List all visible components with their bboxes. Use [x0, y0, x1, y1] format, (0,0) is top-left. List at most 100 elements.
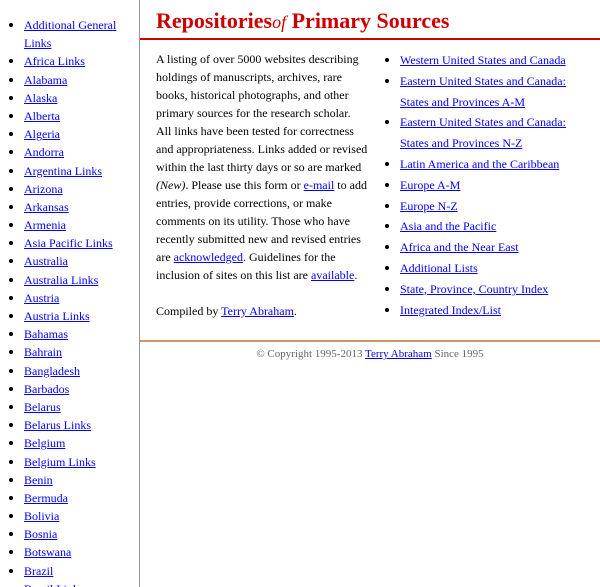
sidebar-link[interactable]: Austria Links [24, 309, 90, 323]
sidebar-list-item: Alberta [24, 107, 135, 125]
sidebar-list-item: Bolivia [24, 507, 135, 525]
description-text: A listing of over 5000 websites describi… [156, 50, 368, 284]
author-link[interactable]: Terry Abraham [221, 304, 294, 318]
regional-link[interactable]: Asia and the Pacific [400, 219, 496, 233]
sidebar-link[interactable]: Belarus Links [24, 418, 91, 432]
sidebar-link[interactable]: Belarus [24, 400, 61, 414]
list-item: Additional Lists [400, 258, 584, 279]
sidebar-list-item: Armenia [24, 216, 135, 234]
regional-links-list: Western United States and Canada Eastern … [384, 50, 584, 320]
sidebar-link[interactable]: Brazil Links [24, 582, 84, 587]
list-item: Eastern United States and Canada: States… [400, 112, 584, 154]
sidebar-link[interactable]: Alberta [24, 109, 60, 123]
list-item: Europe A-M [400, 175, 584, 196]
footer: © Copyright 1995-2013 Terry Abraham Sinc… [140, 340, 600, 366]
sidebar-link[interactable]: Alaska [24, 91, 57, 105]
sidebar-link[interactable]: Benin [24, 473, 53, 487]
sidebar-link[interactable]: Belgium [24, 436, 65, 450]
page-title: Repositoriesof Primary Sources [156, 8, 584, 34]
sidebar: Additional General Links Africa Links Alab… [0, 0, 140, 587]
regional-link[interactable]: Western United States and Canada [400, 53, 566, 67]
sidebar-list-item: Alabama [24, 71, 135, 89]
list-item: Integrated Index/List [400, 300, 584, 321]
regional-link[interactable]: Africa and the Near East [400, 240, 519, 254]
sidebar-list-item: Bahamas [24, 325, 135, 343]
acknowledged-link[interactable]: acknowledged [174, 250, 243, 264]
sidebar-list-item: Algeria [24, 125, 135, 143]
sidebar-link[interactable]: Bolivia [24, 509, 59, 523]
sidebar-link[interactable]: Botswana [24, 545, 71, 559]
sidebar-link[interactable]: Bahrain [24, 345, 62, 359]
sidebar-list-item: Belgium [24, 434, 135, 452]
sidebar-link[interactable]: Argentina Links [24, 164, 102, 178]
sidebar-link[interactable]: Alabama [24, 73, 67, 87]
sidebar-list: Additional General Links Africa Links Alab… [8, 16, 135, 587]
sidebar-link[interactable]: Africa Links [24, 54, 85, 68]
compiled-by: Compiled by Terry Abraham. [156, 302, 368, 320]
new-marker: (New) [156, 178, 185, 192]
regional-link[interactable]: Europe N-Z [400, 199, 458, 213]
regional-link[interactable]: State, Province, Country Index [400, 282, 548, 296]
sidebar-link[interactable]: Australia Links [24, 273, 98, 287]
regional-link[interactable]: Integrated Index/List [400, 303, 501, 317]
regional-link[interactable]: Eastern United States and Canada: States… [400, 115, 566, 150]
sidebar-list-item: Arizona [24, 180, 135, 198]
description-block: A listing of over 5000 websites describi… [156, 50, 368, 320]
sidebar-link[interactable]: Bahamas [24, 327, 68, 341]
sidebar-link[interactable]: Arkansas [24, 200, 69, 214]
list-item: Eastern United States and Canada: States… [400, 71, 584, 113]
sidebar-link[interactable]: Armenia [24, 218, 66, 232]
sidebar-link[interactable]: Arizona [24, 182, 63, 196]
sidebar-list-item: Bangladesh [24, 362, 135, 380]
sidebar-list-item: Bosnia [24, 525, 135, 543]
sidebar-link[interactable]: Belgium Links [24, 455, 96, 469]
sidebar-list-item: Belarus Links [24, 416, 135, 434]
sidebar-link[interactable]: Asia Pacific Links [24, 236, 113, 250]
sidebar-list-item: Austria [24, 289, 135, 307]
title-repositories: Repositories [156, 8, 272, 33]
sidebar-list-item: Belarus [24, 398, 135, 416]
list-item: Latin America and the Caribbean [400, 154, 584, 175]
list-item: Asia and the Pacific [400, 216, 584, 237]
available-link[interactable]: available [311, 268, 354, 282]
sidebar-list-item: Bahrain [24, 343, 135, 361]
sidebar-list-item: Belgium Links [24, 453, 135, 471]
regional-link[interactable]: Eastern United States and Canada: States… [400, 74, 566, 109]
sidebar-list-item: Brazil Links [24, 580, 135, 587]
sidebar-link[interactable]: Australia [24, 254, 68, 268]
sidebar-link[interactable]: Additional General Links [24, 18, 116, 50]
title-primary-sources: Primary Sources [292, 8, 450, 33]
sidebar-link[interactable]: Bangladesh [24, 364, 80, 378]
regional-link[interactable]: Europe A-M [400, 178, 460, 192]
sidebar-link[interactable]: Barbados [24, 382, 69, 396]
title-of: of [272, 12, 286, 32]
sidebar-list-item: Andorra [24, 143, 135, 161]
copyright-text: © Copyright 1995-2013 Terry Abraham Sinc… [256, 348, 483, 360]
footer-author-link[interactable]: Terry Abraham [365, 348, 432, 360]
sidebar-link[interactable]: Bosnia [24, 527, 57, 541]
sidebar-link[interactable]: Brazil [24, 564, 53, 578]
sidebar-link[interactable]: Andorra [24, 145, 64, 159]
sidebar-link[interactable]: Austria [24, 291, 59, 305]
sidebar-list-item: Botswana [24, 543, 135, 561]
regional-link[interactable]: Additional Lists [400, 261, 478, 275]
sidebar-list-item: Argentina Links [24, 162, 135, 180]
links-list: Western United States and Canada Eastern … [384, 50, 584, 320]
sidebar-list-item: Australia Links [24, 271, 135, 289]
sidebar-list-item: Africa Links [24, 52, 135, 70]
list-item: Africa and the Near East [400, 237, 584, 258]
list-item: Europe N-Z [400, 196, 584, 217]
list-item: Western United States and Canada [400, 50, 584, 71]
sidebar-link[interactable]: Bermuda [24, 491, 68, 505]
sidebar-list-item: Additional General Links [24, 16, 135, 52]
regional-link[interactable]: Latin America and the Caribbean [400, 157, 559, 171]
sidebar-list-item: Austria Links [24, 307, 135, 325]
email-link[interactable]: e-mail [304, 178, 335, 192]
page-header: Repositoriesof Primary Sources [140, 0, 600, 40]
main-content: Repositoriesof Primary Sources A listing… [140, 0, 600, 587]
sidebar-link[interactable]: Algeria [24, 127, 60, 141]
sidebar-list-item: Arkansas [24, 198, 135, 216]
sidebar-list-item: Asia Pacific Links [24, 234, 135, 252]
sidebar-list-item: Australia [24, 252, 135, 270]
sidebar-list-item: Brazil [24, 562, 135, 580]
